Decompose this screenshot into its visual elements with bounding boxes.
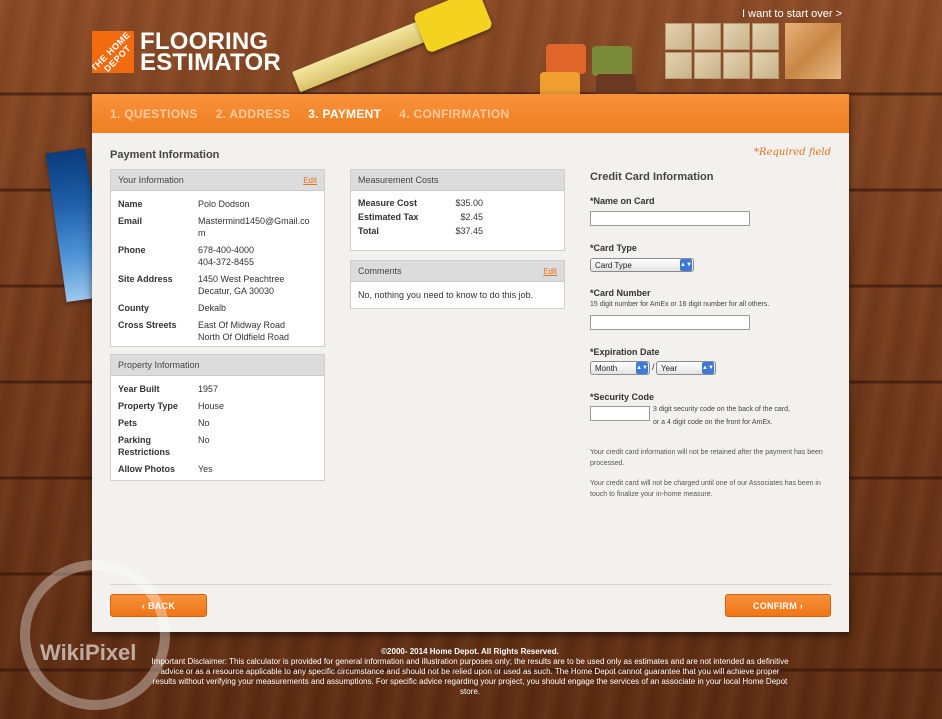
property-information-panel: Property Information Year Built 1957 Prop… xyxy=(110,354,325,481)
property-row-year-built: Year Built 1957 xyxy=(118,384,219,394)
carpet-swatch-green xyxy=(592,46,632,76)
select-arrows-icon: ▲▼ xyxy=(636,362,648,374)
your-information-panel: Your Information Edit Name Polo Dodson Em… xyxy=(110,169,325,347)
tape-measure-case xyxy=(412,0,494,54)
info-row-site-address: Site Address 1450 West Peachtree Decatur,… xyxy=(118,274,285,296)
property-row-parking: Parking Restrictions No xyxy=(118,435,210,457)
cost-row-measure: Measure Cost $35.00 xyxy=(358,198,483,208)
property-row-pets: Pets No xyxy=(118,418,210,428)
card-number-hint: 15 digit number for AmEx or 16 digit num… xyxy=(590,301,770,308)
panel-title: Property Information xyxy=(118,360,200,370)
month-value: Month xyxy=(595,363,618,373)
card-type-select[interactable]: Card Type ▲▼ xyxy=(590,258,694,272)
info-row-county: County Dekalb xyxy=(118,303,227,313)
property-information-header: Property Information xyxy=(111,355,324,376)
payment-card: 1. QUESTIONS 2. ADDRESS 3. PAYMENT 4. CO… xyxy=(92,94,849,632)
measurement-costs-rows: Measure Cost $35.00 Estimated Tax $2.45 To… xyxy=(351,191,564,236)
app-title-line2: ESTIMATOR xyxy=(140,49,281,76)
page-footer: ©2000- 2014 Home Depot. All Rights Reser… xyxy=(150,647,790,697)
card-type-value: Card Type xyxy=(595,260,632,270)
comments-text: No, nothing you need to know to do this … xyxy=(358,290,534,300)
edit-your-information-link[interactable]: Edit xyxy=(303,176,317,185)
select-arrows-icon: ▲▼ xyxy=(702,362,714,374)
info-row-cross-streets: Cross Streets East Of Midway Road North O… xyxy=(118,320,290,342)
panel-title: Measurement Costs xyxy=(358,175,439,185)
tile-samples xyxy=(665,23,779,79)
comments-body: No, nothing you need to know to do this … xyxy=(351,282,564,301)
cost-row-tax: Estimated Tax $2.45 xyxy=(358,212,483,222)
edit-comments-link[interactable]: Edit xyxy=(543,267,557,276)
disclaimer-text: Important Disclaimer: This calculator is… xyxy=(151,657,789,696)
security-code-label: *Security Code xyxy=(590,392,655,402)
expiration-month-select[interactable]: Month ▲▼ xyxy=(590,361,650,375)
step-confirmation: 4. CONFIRMATION xyxy=(399,106,510,121)
info-row-phone: Phone 678-400-4000 404-372-8455 xyxy=(118,245,255,267)
expiration-year-select[interactable]: Year ▲▼ xyxy=(656,361,716,375)
footer-divider xyxy=(110,584,831,585)
card-number-input[interactable] xyxy=(590,315,750,330)
confirm-button[interactable]: CONFIRM › xyxy=(725,594,831,617)
carpet-swatch-orange xyxy=(546,44,586,74)
property-row-type: Property Type House xyxy=(118,401,225,411)
charge-note: Your credit card will not be charged unt… xyxy=(590,480,821,498)
comments-panel: Comments Edit No, nothing you need to kn… xyxy=(350,260,565,309)
security-code-hint-1: 3 digit security code on the back of the… xyxy=(653,406,790,413)
required-field-note: *Required field xyxy=(754,147,831,158)
comments-header: Comments Edit xyxy=(351,261,564,282)
measurement-costs-panel: Measurement Costs Measure Cost $35.00 Est… xyxy=(350,169,565,251)
retention-note: Your credit card information will not be… xyxy=(590,449,823,467)
info-row-name: Name Polo Dodson xyxy=(118,199,250,209)
expiration-date-label: *Expiration Date xyxy=(590,347,660,357)
security-code-hint-2: or a 4 digit code on the front for AmEx. xyxy=(653,419,773,426)
start-over-link[interactable]: I want to start over > xyxy=(742,8,842,20)
info-row-email: Email Mastermind1450@Gmail.co m xyxy=(118,216,310,238)
name-on-card-label: *Name on Card xyxy=(590,196,655,206)
card-number-label: *Card Number xyxy=(590,288,651,298)
step-nav: 1. QUESTIONS 2. ADDRESS 3. PAYMENT 4. CO… xyxy=(92,94,849,133)
marble-sample xyxy=(785,23,841,79)
card-type-label: *Card Type xyxy=(590,243,637,253)
step-payment: 3. PAYMENT xyxy=(308,106,382,121)
panel-title: Your Information xyxy=(118,175,184,185)
home-depot-logo[interactable]: THE HOME DEPOT xyxy=(92,31,134,73)
watermark-text: WikiPixel xyxy=(40,640,137,665)
credit-card-title: Credit Card Information xyxy=(590,171,714,183)
copyright-text: ©2000- 2014 Home Depot. All Rights Reser… xyxy=(381,647,559,656)
measurement-costs-header: Measurement Costs xyxy=(351,170,564,191)
property-row-allow-photos: Allow Photos Yes xyxy=(118,464,213,474)
page-title: Payment Information xyxy=(110,149,220,161)
property-information-rows: Year Built 1957 Property Type House Pets No… xyxy=(111,376,324,475)
select-arrows-icon: ▲▼ xyxy=(680,259,692,271)
app-title: FLOORING ESTIMATOR xyxy=(140,30,281,76)
brand-header: THE HOME DEPOT FLOORING ESTIMATOR xyxy=(92,30,281,76)
your-information-rows: Name Polo Dodson Email Mastermind1450@Gmai… xyxy=(111,191,324,343)
step-address[interactable]: 2. ADDRESS xyxy=(216,107,291,121)
step-questions[interactable]: 1. QUESTIONS xyxy=(110,107,198,121)
your-information-header: Your Information Edit xyxy=(111,170,324,191)
year-value: Year xyxy=(661,363,678,373)
date-separator: / xyxy=(652,362,655,372)
watermark-circle xyxy=(20,560,170,710)
panel-title: Comments xyxy=(358,266,402,276)
name-on-card-input[interactable] xyxy=(590,211,750,226)
security-code-input[interactable] xyxy=(590,406,650,421)
cost-row-total: Total $37.45 xyxy=(358,226,483,236)
